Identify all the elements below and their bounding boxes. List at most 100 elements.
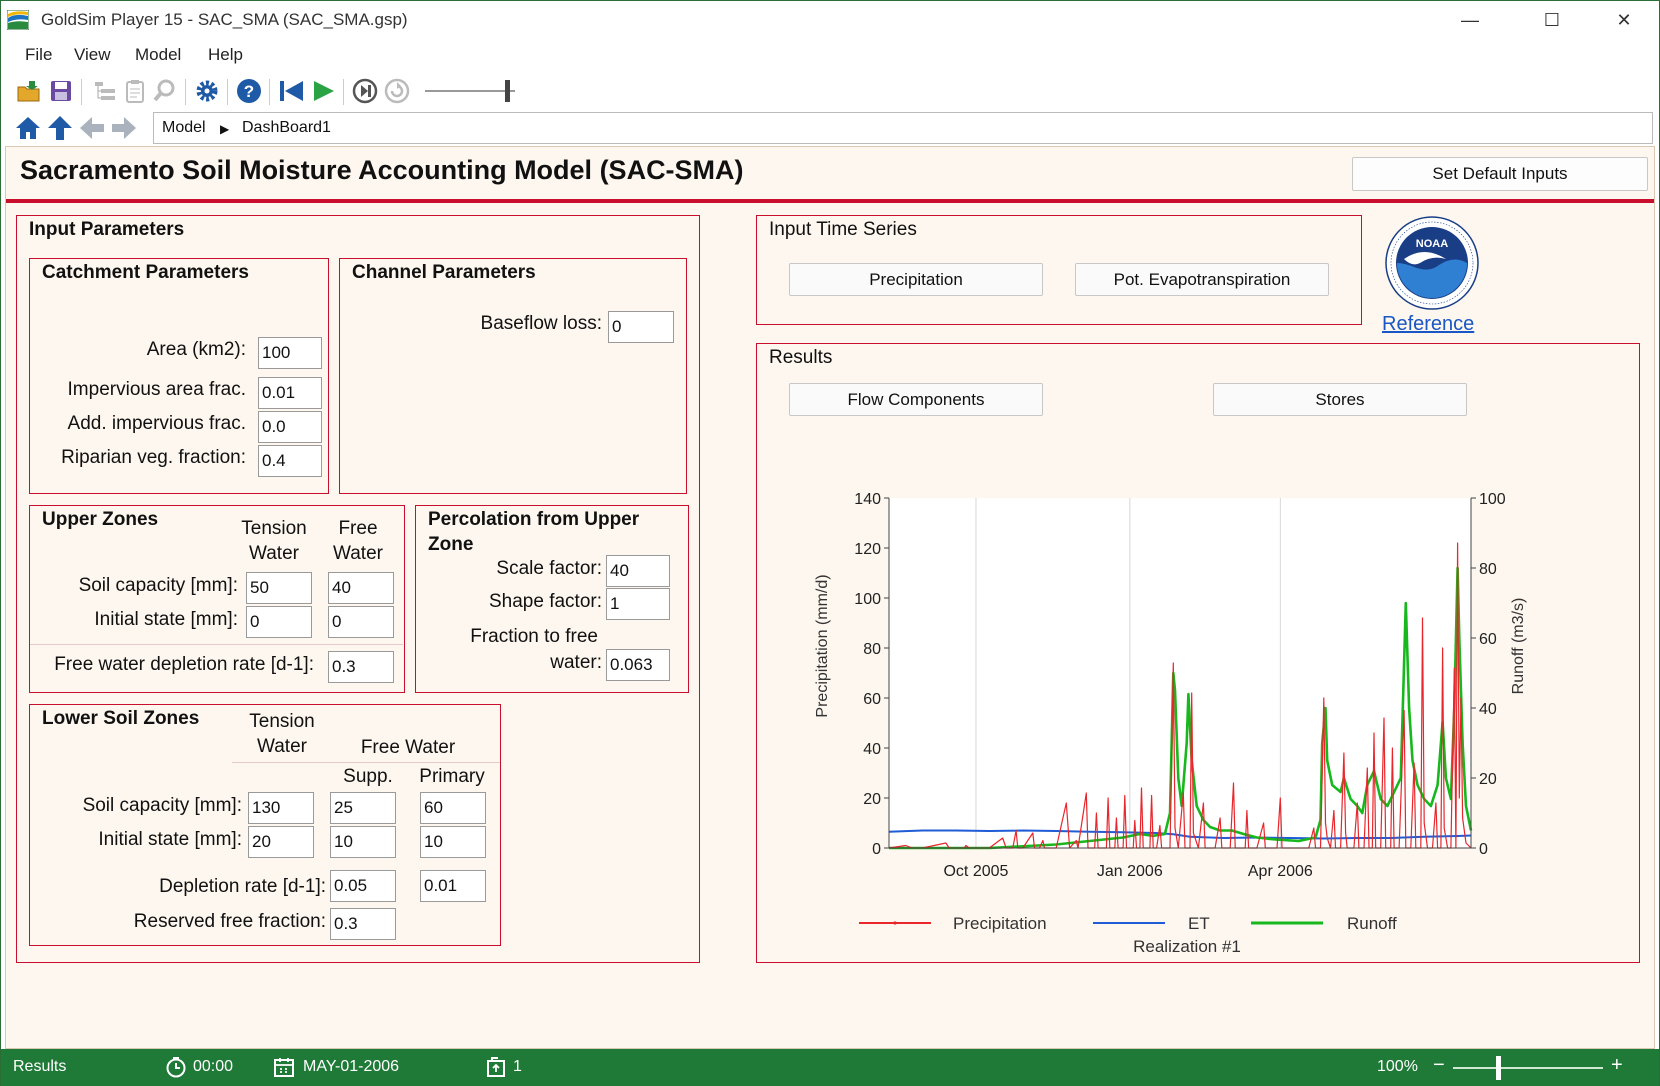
lower-depletion-label: Depletion rate [d-1]: — [159, 876, 326, 897]
upper-init-free-input[interactable] — [328, 606, 394, 638]
percolation-box: Percolation from Upper Zone Scale factor… — [415, 505, 689, 693]
pot-evapotranspiration-button[interactable]: Pot. Evapotranspiration — [1075, 263, 1329, 296]
add-impervious-input[interactable] — [258, 411, 322, 443]
riparian-input[interactable] — [258, 445, 322, 477]
upper-init-tension-input[interactable] — [246, 606, 312, 638]
x-tick-label: Apr 2006 — [1248, 863, 1313, 880]
upper-soil-free-input[interactable] — [328, 572, 394, 604]
reset-icon[interactable] — [383, 77, 411, 105]
reference-link[interactable]: Reference — [1382, 313, 1474, 336]
home-icon[interactable] — [15, 115, 41, 141]
goldsim-app-icon — [7, 10, 29, 30]
shape-factor-label: Shape factor: — [488, 591, 602, 612]
back-arrow-icon[interactable] — [79, 115, 105, 141]
speed-slider-thumb[interactable] — [505, 80, 510, 102]
toolbar-separator — [185, 79, 186, 105]
up-arrow-icon[interactable] — [47, 115, 73, 141]
area-input[interactable] — [258, 337, 322, 369]
lower-init-supp-input[interactable] — [330, 826, 396, 858]
catchment-parameters-box: Catchment Parameters Area (km2): Impervi… — [29, 258, 329, 494]
upper-soil-tension-input[interactable] — [246, 572, 312, 604]
lower-init-primary-input[interactable] — [420, 826, 486, 858]
input-parameters-title: Input Parameters — [29, 219, 185, 240]
breadcrumb-dashboard[interactable]: DashBoard1 — [242, 119, 331, 137]
reserved-free-input[interactable] — [330, 908, 396, 940]
status-mode: Results — [13, 1058, 67, 1075]
close-button[interactable]: ✕ — [1601, 5, 1647, 35]
upper-depletion-label: Free water depletion rate [d-1]: — [54, 654, 314, 675]
menu-view[interactable]: View — [74, 45, 111, 65]
status-zoom: 100% — [1377, 1058, 1418, 1075]
noaa-logo[interactable]: NOAA — [1384, 215, 1480, 311]
tree-view-icon[interactable] — [91, 77, 119, 105]
menu-help[interactable]: Help — [208, 45, 243, 65]
zoom-out-icon[interactable]: − — [1433, 1054, 1445, 1077]
upper-divider — [30, 644, 403, 645]
legend-label-precipitation: Precipitation — [953, 914, 1047, 933]
lower-depletion-primary-input[interactable] — [420, 870, 486, 902]
menu-model[interactable]: Model — [135, 45, 181, 65]
lower-zones-title: Lower Soil Zones — [42, 708, 200, 729]
minimize-button[interactable]: — — [1447, 5, 1493, 35]
breadcrumb-model[interactable]: Model — [162, 119, 206, 137]
rewind-icon[interactable] — [277, 77, 305, 105]
svg-text:NOAA: NOAA — [1416, 238, 1448, 250]
play-icon[interactable] — [309, 77, 337, 105]
upper-zones-title: Upper Zones — [42, 509, 159, 530]
step-icon[interactable] — [351, 77, 379, 105]
upper-soil-label: Soil capacity [mm]: — [78, 575, 238, 596]
add-impervious-label: Add. impervious frac. — [67, 413, 246, 434]
flow-components-chart: Oct 2005 Jan 2006 Apr 2006 0 20 40 60 80 100 120 1… — [814, 491, 1527, 956]
clipboard-icon[interactable] — [121, 77, 149, 105]
lower-soil-primary-input[interactable] — [420, 792, 486, 824]
status-time: 00:00 — [193, 1058, 234, 1075]
status-bar: Results 00:00 MAY-01-2006 1 100% − + — [1, 1049, 1659, 1086]
input-time-series-box: Input Time Series Precipitation Pot. Eva… — [756, 215, 1362, 325]
toolbar-separator — [227, 79, 228, 105]
y-tick-label: 120 — [854, 541, 881, 558]
reserved-free-label: Reserved free fraction: — [133, 911, 326, 932]
save-icon[interactable] — [47, 77, 75, 105]
input-parameters-box: Input Parameters Catchment Parameters Ar… — [16, 215, 700, 963]
percolation-title-2: Zone — [428, 534, 474, 555]
y-tick-label: 20 — [863, 791, 881, 808]
gear-icon[interactable] — [193, 77, 221, 105]
catchment-title: Catchment Parameters — [42, 262, 249, 283]
fraction-free-input[interactable] — [606, 649, 670, 681]
forward-arrow-icon[interactable] — [111, 115, 137, 141]
maximize-button[interactable]: ☐ — [1529, 5, 1575, 35]
zoom-in-icon[interactable]: + — [1611, 1054, 1623, 1077]
y-tick-label: 0 — [872, 841, 881, 858]
open-folder-icon[interactable] — [15, 77, 43, 105]
scale-factor-input[interactable] — [606, 555, 670, 587]
upper-init-label: Initial state [mm]: — [94, 609, 238, 630]
speed-slider[interactable] — [425, 80, 515, 102]
baseflow-input[interactable] — [608, 311, 674, 343]
app-window: GoldSim Player 15 - SAC_SMA (SAC_SMA.gsp… — [0, 0, 1660, 1086]
lower-soil-supp-input[interactable] — [330, 792, 396, 824]
impervious-input[interactable] — [258, 377, 322, 409]
header-divider — [6, 199, 1654, 203]
y-axis-label: Precipitation (mm/d) — [814, 574, 831, 717]
set-default-inputs-button[interactable]: Set Default Inputs — [1352, 157, 1648, 191]
help-icon[interactable]: ? — [235, 77, 263, 105]
shape-factor-input[interactable] — [606, 588, 670, 620]
upper-depletion-input[interactable] — [328, 651, 394, 683]
lower-init-tension-input[interactable] — [248, 826, 314, 858]
zoom-slider-thumb[interactable] — [1496, 1056, 1501, 1080]
search-icon[interactable] — [151, 77, 179, 105]
y2-tick-label: 100 — [1479, 491, 1506, 508]
y2-tick-label: 60 — [1479, 631, 1497, 648]
upper-zones-box: Upper Zones Tension Water Free Water Soi… — [29, 505, 405, 693]
flow-components-button[interactable]: Flow Components — [789, 383, 1043, 416]
lower-primary-header: Primary — [419, 766, 485, 787]
precipitation-button[interactable]: Precipitation — [789, 263, 1043, 296]
clock-icon — [166, 1057, 186, 1078]
stores-button[interactable]: Stores — [1213, 383, 1467, 416]
menu-file[interactable]: File — [25, 45, 52, 65]
lower-depletion-supp-input[interactable] — [330, 870, 396, 902]
lower-tension-header-2: Water — [257, 736, 307, 757]
lower-soil-tension-input[interactable] — [248, 792, 314, 824]
zoom-slider[interactable] — [1453, 1056, 1603, 1080]
y2-tick-label: 20 — [1479, 771, 1497, 788]
